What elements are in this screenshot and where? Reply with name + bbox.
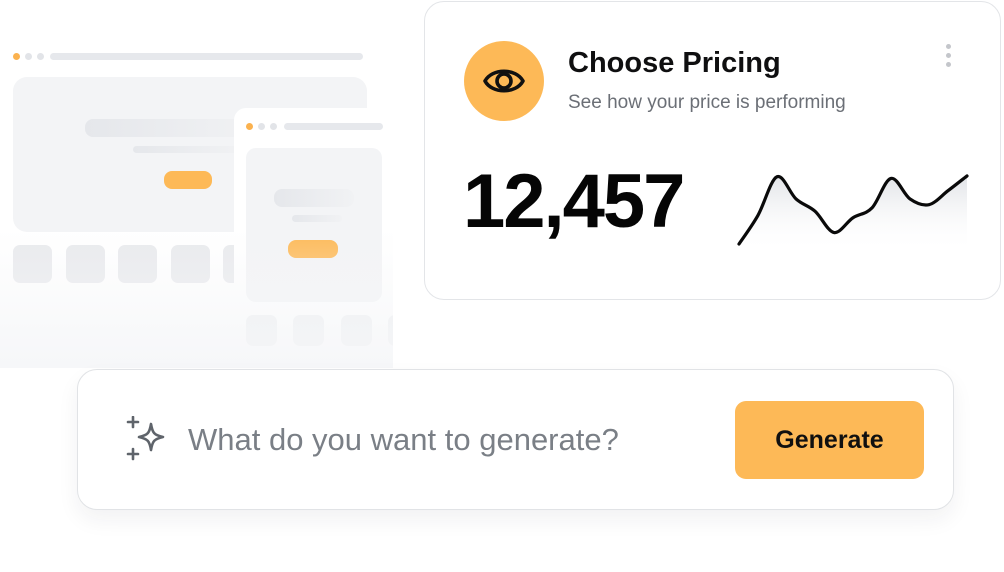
eye-icon bbox=[483, 69, 525, 93]
sparkle-icon bbox=[126, 416, 165, 461]
window-dot-orange bbox=[13, 53, 20, 60]
window-dot bbox=[258, 123, 265, 130]
wireframe-button bbox=[164, 171, 212, 189]
wireframe-tile bbox=[341, 315, 372, 346]
wireframe-tile bbox=[118, 245, 157, 283]
prompt-input[interactable] bbox=[188, 418, 708, 462]
pricing-card: Choose Pricing See how your price is per… bbox=[424, 1, 1001, 300]
generate-button[interactable]: Generate bbox=[735, 401, 924, 479]
metric-value: 12,457 bbox=[463, 159, 685, 244]
background-wireframe bbox=[0, 0, 393, 368]
wireframe-panel bbox=[246, 148, 382, 302]
window-address-bar bbox=[50, 53, 363, 60]
prompt-bar: Generate bbox=[77, 369, 954, 510]
wireframe-line bbox=[133, 146, 243, 153]
wireframe-tile bbox=[246, 315, 277, 346]
window-dot bbox=[25, 53, 32, 60]
wireframe-tile bbox=[66, 245, 105, 283]
sparkline-area bbox=[739, 175, 967, 252]
wireframe-line bbox=[274, 189, 354, 207]
eye-icon-badge bbox=[464, 41, 544, 121]
wireframe-tile bbox=[13, 245, 52, 283]
card-title: Choose Pricing bbox=[568, 47, 781, 79]
window-address-bar bbox=[284, 123, 383, 130]
wireframe-button bbox=[288, 240, 338, 258]
window-dot bbox=[270, 123, 277, 130]
sparkline-chart bbox=[737, 174, 969, 252]
kebab-menu-icon[interactable] bbox=[943, 42, 955, 70]
card-subtitle: See how your price is performing bbox=[568, 92, 846, 113]
wireframe-line bbox=[292, 215, 342, 222]
wireframe-tile bbox=[293, 315, 324, 346]
window-dot bbox=[37, 53, 44, 60]
window-dot-orange bbox=[246, 123, 253, 130]
wireframe-tile bbox=[388, 315, 393, 346]
wireframe-tile bbox=[171, 245, 210, 283]
stage: Choose Pricing See how your price is per… bbox=[0, 0, 1004, 572]
